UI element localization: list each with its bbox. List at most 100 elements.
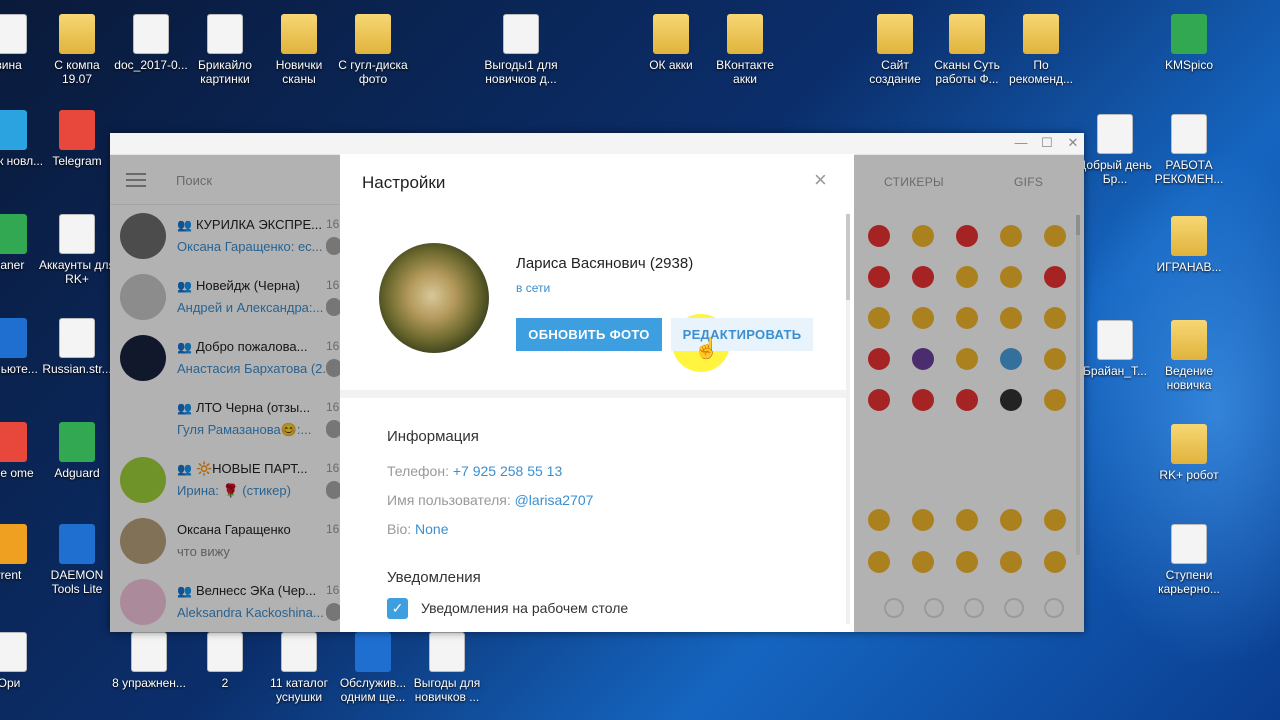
folder-icon [281, 14, 317, 54]
desktop-icon-label: РАБОТА РЕКОМЕН... [1154, 158, 1224, 186]
desktop-icon-label: Выгоды для новичков ... [413, 676, 481, 704]
close-window-button[interactable]: ✕ [1062, 135, 1084, 151]
right-icon-5[interactable]: RK+ робот [1150, 424, 1228, 482]
phone-row: Телефон: +7 925 258 55 13 [387, 463, 562, 479]
bottom-icon-4[interactable]: Обслужив... одним ще... [334, 632, 412, 704]
desktop-icon-label: ВКонтакте акки [716, 58, 774, 86]
desktop-icon-label: Брикайло картинки [198, 58, 252, 86]
folder-icon [355, 14, 391, 54]
folder-icon [1171, 216, 1207, 256]
top-icon-8[interactable]: ВКонтакте акки [706, 14, 784, 86]
file-icon [0, 632, 27, 672]
folder-icon [877, 14, 913, 54]
top-icon-3[interactable]: Брикайло картинки [186, 14, 264, 86]
desktop-icon-label: ОК акки [649, 58, 693, 72]
bottom-icon-3[interactable]: 11 каталог уснушки [260, 632, 338, 704]
desktop-notifications-checkbox[interactable]: ✓ [387, 598, 408, 619]
desktop-icon-label: Ведение новичка [1164, 364, 1214, 392]
title-bar: — ☐ ✕ [110, 133, 1084, 155]
username-label: Имя пользователя: [387, 492, 511, 508]
left-icon-3[interactable]: Аккаунты для RK+ [38, 214, 116, 286]
right-icon-3[interactable]: Брайан_Т... [1076, 320, 1154, 378]
right-icon-6[interactable]: Ступени карьерно... [1150, 524, 1228, 596]
app-icon [0, 110, 27, 150]
file-icon [59, 214, 95, 254]
file-icon [0, 14, 27, 54]
section-divider [340, 390, 848, 398]
desktop-icon-label: 8 упражнен... [112, 676, 186, 690]
bottom-icon-1[interactable]: 8 упражнен... [110, 632, 188, 690]
desktop-icon-label: По рекоменд... [1009, 58, 1073, 86]
app-icon [0, 524, 27, 564]
file-icon [131, 632, 167, 672]
right-icon-4[interactable]: Ведение новичка [1150, 320, 1228, 392]
top-icon-7[interactable]: ОК акки [632, 14, 710, 72]
profile-section: Лариса Васянович (2938) в сети ОБНОВИТЬ … [340, 210, 854, 390]
bottom-icon-0[interactable]: Ори [0, 632, 48, 690]
file-icon [59, 318, 95, 358]
desktop-icon-label: KMSpico [1164, 58, 1214, 72]
profile-avatar[interactable] [379, 243, 489, 353]
file-icon [1097, 114, 1133, 154]
top-icon-10[interactable]: Сканы Суть работы Ф... [928, 14, 1006, 86]
minimize-button[interactable]: — [1010, 135, 1032, 150]
app-icon [355, 632, 391, 672]
desktop-icon-label: Аккаунты для RK+ [39, 258, 115, 286]
online-status: в сети [516, 281, 551, 295]
top-icon-9[interactable]: Сайт создание [856, 14, 934, 86]
left-icon-1[interactable]: Telegram [38, 110, 116, 168]
desktop-icon-label: С гугл-диска фото [338, 58, 408, 86]
top-icon-5[interactable]: С гугл-диска фото [334, 14, 412, 86]
username-value[interactable]: @larisa2707 [515, 492, 594, 508]
desktop-icon-label: DAEMON Tools Lite [50, 568, 104, 596]
bio-value[interactable]: None [415, 521, 448, 537]
dialog-title: Настройки [362, 173, 446, 192]
update-photo-button[interactable]: ОБНОВИТЬ ФОТО [516, 318, 662, 351]
edit-profile-button[interactable]: РЕДАКТИРОВАТЬ [671, 318, 813, 351]
top-icon-1[interactable]: С компа 19.07 [38, 14, 116, 86]
bottom-icon-2[interactable]: 2 [186, 632, 264, 690]
desktop-icon-label: Брайан_Т... [1083, 364, 1147, 378]
bottom-icon-5[interactable]: Выгоды для новичков ... [408, 632, 486, 704]
top-icon-11[interactable]: По рекоменд... [1002, 14, 1080, 86]
dialog-scrollbar[interactable] [846, 214, 850, 624]
top-icon-12[interactable]: KMSpico [1150, 14, 1228, 72]
file-icon [1171, 524, 1207, 564]
username-row: Имя пользователя: @larisa2707 [387, 492, 593, 508]
desktop-icon-label: RK+ робот [1159, 468, 1219, 482]
phone-label: Телефон: [387, 463, 449, 479]
desktop-icon-label: Обслужив... одним ще... [339, 676, 407, 704]
settings-dialog: Настройки × Лариса Васянович (2938) в се… [340, 154, 854, 632]
right-icon-1[interactable]: РАБОТА РЕКОМЕН... [1150, 114, 1228, 186]
desktop-icon-label: Ори [0, 676, 21, 690]
info-heading: Информация [387, 428, 479, 445]
file-icon [429, 632, 465, 672]
app-icon [0, 318, 27, 358]
desktop-icon-label: Новички сканы [275, 58, 323, 86]
folder-icon [727, 14, 763, 54]
left-icon-5[interactable]: Russian.str... [38, 318, 116, 376]
app-icon [59, 524, 95, 564]
desktop-icon-label: Сайт создание [869, 58, 921, 86]
app-icon [59, 110, 95, 150]
file-icon [1097, 320, 1133, 360]
app-icon [0, 214, 27, 254]
desktop-icon-label: Ступени карьерно... [1158, 568, 1220, 596]
desktop-icon-label: 2 [221, 676, 229, 690]
desktop-icon-label: Russian.str... [42, 362, 112, 376]
file-icon [281, 632, 317, 672]
top-icon-6[interactable]: Выгоды1 для новичков д... [482, 14, 560, 86]
top-icon-4[interactable]: Новички сканы [260, 14, 338, 86]
file-icon [133, 14, 169, 54]
folder-icon [1171, 424, 1207, 464]
left-icon-7[interactable]: Adguard [38, 422, 116, 480]
maximize-button[interactable]: ☐ [1036, 135, 1058, 151]
file-icon [503, 14, 539, 54]
left-icon-9[interactable]: DAEMON Tools Lite [38, 524, 116, 596]
notifications-heading: Уведомления [387, 569, 481, 586]
right-icon-2[interactable]: ИГРАНАВ... [1150, 216, 1228, 274]
folder-icon [1023, 14, 1059, 54]
close-icon[interactable]: × [814, 168, 827, 192]
right-icon-0[interactable]: Добрый день Бр... [1076, 114, 1154, 186]
top-icon-2[interactable]: doc_2017-0... [112, 14, 190, 72]
